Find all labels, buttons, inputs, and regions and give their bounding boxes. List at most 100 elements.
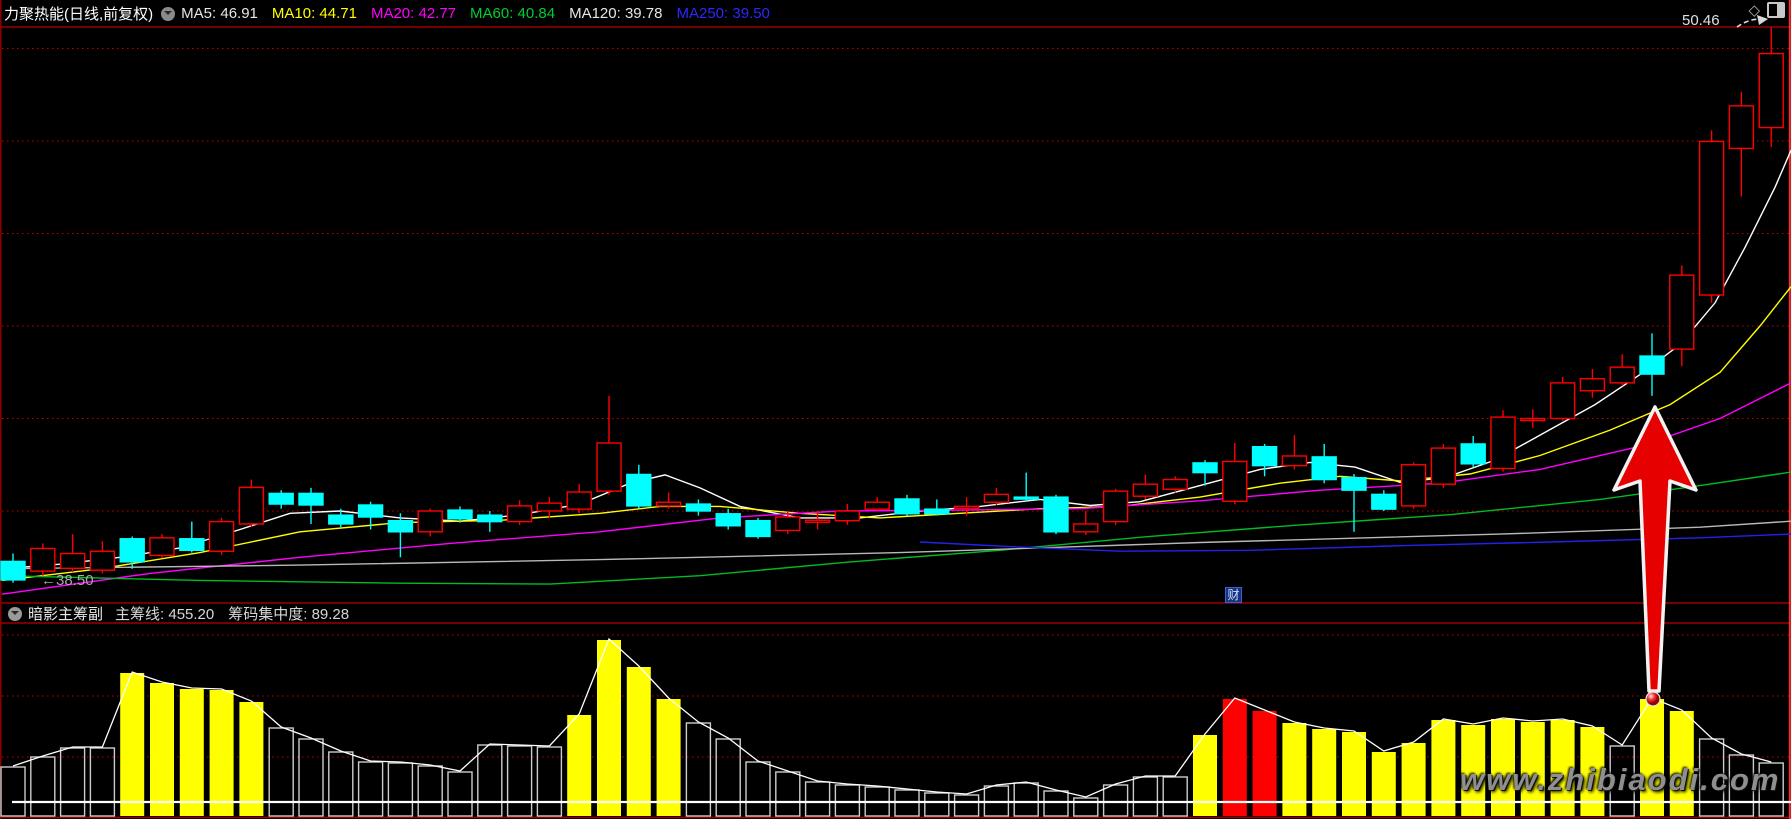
volume-bar: [1073, 797, 1099, 817]
volume-bar: [89, 747, 116, 817]
candle-body: [1222, 460, 1248, 502]
candle-body: [1669, 274, 1695, 350]
volume-bar: [775, 771, 801, 817]
volume-bar: [0, 766, 26, 817]
split-window-icon[interactable]: [1767, 2, 1785, 18]
symbol-period-label[interactable]: 力聚热能(日线,前复权): [4, 3, 153, 24]
candle-body: [1132, 483, 1159, 497]
main-line-value: 主筹线: 455.20: [115, 606, 215, 623]
ma-line-ma20: [1, 382, 1791, 595]
diamond-icon[interactable]: ◇: [1748, 3, 1760, 18]
candle-body: [1013, 496, 1039, 500]
chevron-down-icon[interactable]: [8, 606, 22, 621]
volume-bar: [328, 751, 354, 817]
volume-bar: [745, 761, 771, 817]
candle-body: [208, 520, 235, 552]
volume-bar: [477, 744, 503, 817]
candle-body: [1043, 496, 1069, 533]
ma10-label[interactable]: MA10: 44.71: [272, 5, 357, 22]
volume-bar: [1252, 711, 1277, 816]
candle-body: [357, 504, 384, 518]
indicator-name[interactable]: 暗影主筹副: [28, 603, 103, 624]
volume-bar: [953, 794, 980, 817]
volume-bar: [59, 747, 86, 817]
window-corner-icons: ◇: [1748, 2, 1785, 18]
volume-bar: [656, 699, 681, 816]
candle-body: [417, 510, 443, 533]
ma-line-ma60: [1, 471, 1791, 585]
candle-body: [328, 514, 354, 525]
candle-body: [685, 503, 712, 512]
ma250-label[interactable]: MA250: 39.50: [676, 5, 769, 22]
volume-bar: [626, 667, 651, 816]
candle-body: [536, 502, 563, 512]
volume-bar: [834, 784, 861, 817]
candle-body: [1400, 464, 1427, 507]
candle-body: [1758, 52, 1784, 129]
candle-body: [89, 550, 116, 571]
candle-body: [1371, 493, 1397, 510]
ma-line-ma120: [1, 520, 1791, 570]
candle-body: [1102, 490, 1129, 523]
candle-body: [864, 501, 890, 510]
chart-canvas[interactable]: [0, 0, 1791, 819]
volume-bar: [1193, 735, 1217, 816]
volume-bar: [567, 715, 592, 816]
volume-bar: [1043, 790, 1069, 817]
candle-body: [268, 492, 294, 505]
candle-body: [596, 442, 622, 492]
candle-body: [1639, 355, 1665, 375]
trading-app-window: 力聚热能(日线,前复权) MA5: 46.91 MA10: 44.71 MA20…: [0, 0, 1791, 819]
low-price-callout: ←38.50: [41, 572, 94, 589]
ma120-label[interactable]: MA120: 39.78: [569, 5, 662, 22]
candle-body: [59, 552, 86, 570]
volume-bar: [924, 792, 950, 817]
candle-body: [179, 538, 205, 552]
candle-body: [477, 514, 503, 523]
volume-bar: [1162, 776, 1188, 817]
volume-bar: [1342, 732, 1366, 816]
candle-body: [149, 537, 175, 557]
volume-bar: [1640, 699, 1664, 816]
news-marker[interactable]: 财: [1225, 587, 1242, 603]
candle-body: [1311, 456, 1337, 481]
high-price-callout: 50.46: [1682, 12, 1720, 29]
volume-bar: [1401, 743, 1426, 816]
candle-body: [1162, 478, 1188, 490]
chevron-down-icon[interactable]: [161, 6, 176, 21]
candle-body: [715, 513, 741, 527]
volume-bar: [597, 640, 621, 816]
volume-bar: [447, 771, 473, 817]
candle-body: [0, 560, 26, 581]
ma20-label[interactable]: MA20: 42.77: [371, 5, 456, 22]
candle-body: [1490, 416, 1516, 470]
candle-body: [924, 508, 950, 515]
candle-body: [1251, 446, 1278, 467]
ma-line-ma10: [1, 286, 1791, 582]
candle-body: [804, 519, 831, 523]
candle-body: [447, 509, 473, 520]
candle-body: [1073, 523, 1099, 533]
volume-bar: [1013, 782, 1039, 817]
volume-bar: [417, 765, 443, 817]
volume-bar: [1102, 784, 1129, 817]
indicator-header: 暗影主筹副 主筹线: 455.20 筹码集中度: 89.28: [0, 604, 1791, 623]
candle-body: [238, 486, 265, 525]
watermark: www.zhibiaodi.com: [1460, 762, 1781, 797]
candle-body: [894, 498, 920, 515]
candle-body: [298, 492, 324, 506]
ma60-label[interactable]: MA60: 40.84: [470, 5, 555, 22]
candle-body: [1609, 366, 1635, 384]
volume-bar: [1371, 752, 1396, 816]
candle-body: [566, 491, 592, 510]
candle-body: [1460, 443, 1486, 465]
volume-bar: [209, 690, 234, 816]
candle-body: [655, 501, 682, 507]
candle-body: [834, 510, 861, 522]
candle-body: [506, 505, 533, 523]
volume-bar: [1222, 699, 1247, 816]
candle-body: [953, 505, 980, 510]
candle-body: [1728, 105, 1755, 150]
ma5-label[interactable]: MA5: 46.91: [181, 5, 258, 22]
signal-ball: [1645, 691, 1661, 707]
